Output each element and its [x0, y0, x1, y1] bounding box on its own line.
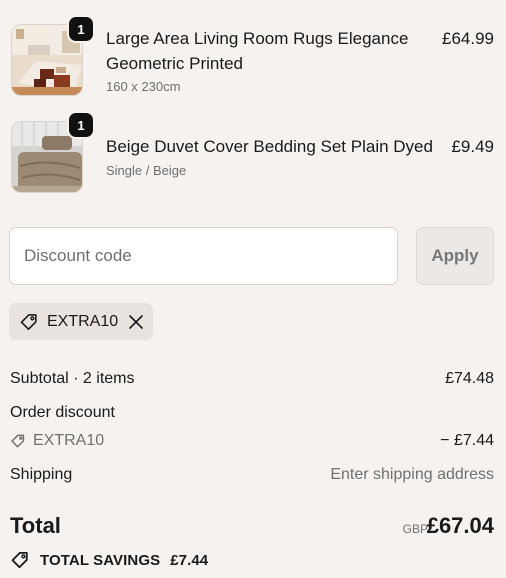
subtotal-value: £74.48: [445, 370, 494, 387]
close-icon[interactable]: [128, 314, 144, 330]
quantity-badge: 1: [69, 17, 93, 41]
total-label: Total: [10, 513, 61, 538]
total-savings: TOTAL SAVINGS £7.44: [10, 550, 208, 570]
applied-discount-code: EXTRA10: [47, 312, 119, 330]
product-variant: 160 x 230cm: [106, 79, 181, 94]
order-discount-label: Order discount: [10, 404, 115, 421]
discount-code-row: EXTRA10: [10, 432, 104, 450]
product-price: £64.99: [442, 29, 494, 48]
product-variant: Single / Beige: [106, 163, 187, 178]
savings-label: TOTAL SAVINGS: [40, 551, 161, 569]
apply-button[interactable]: Apply: [416, 227, 494, 285]
discount-value: − £7.44: [440, 432, 494, 449]
discount-code-input[interactable]: [9, 227, 398, 285]
applied-discount-chip: EXTRA10: [9, 303, 153, 340]
shipping-label: Shipping: [10, 466, 73, 483]
total-value: £67.04: [426, 513, 494, 538]
product-name-line: Large Area Living Room Rugs Elegance: [106, 29, 409, 48]
tag-icon: [19, 312, 39, 332]
tag-icon: [10, 550, 30, 570]
product-price: £9.49: [451, 137, 494, 156]
tag-icon: [10, 433, 26, 449]
subtotal-label: Subtotal · 2 items: [10, 370, 135, 387]
discount-code-text: EXTRA10: [33, 432, 105, 449]
quantity-badge: 1: [69, 113, 93, 137]
product-name: Beige Duvet Cover Bedding Set Plain Dyed: [106, 137, 433, 156]
product-name-line: Geometric Printed: [106, 54, 243, 73]
shipping-value: Enter shipping address: [330, 466, 494, 483]
product-name: Large Area Living Room Rugs Elegance Geo…: [106, 26, 408, 76]
savings-value: £7.44: [170, 551, 209, 569]
currency-code: GBP: [402, 522, 428, 536]
